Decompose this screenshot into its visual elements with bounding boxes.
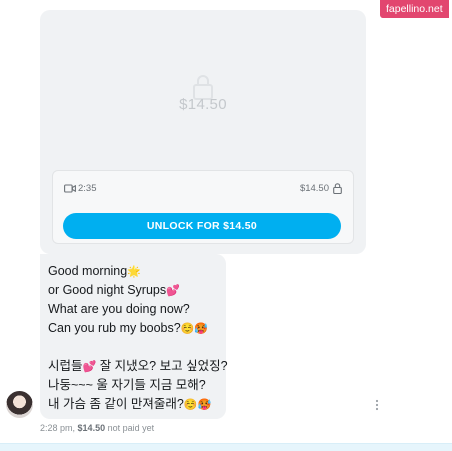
lock-icon [333,183,342,194]
flushed-emoji: 🥵 [194,323,209,335]
unlock-panel: 2:35 $14.50 UNLOCK FOR $14.50 [52,170,354,244]
message-line: or Good night Syrups💕 [48,283,180,297]
payment-status: not paid yet [107,423,155,433]
hearts-emoji: 💕 [166,285,180,297]
blurred-price: $14.50 [179,96,227,113]
message-line: What are you doing now? [48,302,190,316]
unlock-button[interactable]: UNLOCK FOR $14.50 [63,213,341,239]
smile-emoji: ☺️ [183,399,198,411]
smile-emoji: ☺️ [180,323,195,335]
message-bubble-area [226,254,366,419]
message-line: 시럽들💕 잘 지냈오? 보고 싶었징? [48,359,228,373]
avatar[interactable] [6,391,33,418]
more-options-icon[interactable] [375,399,379,411]
locked-media-card[interactable]: $14.50 2:35 $14.50 UNLOCK FOR $14.50 [40,10,366,254]
message-text: Good morning🌟 or Good night Syrups💕 What… [48,262,238,414]
video-icon [64,184,76,193]
message-status: 2:28 pm, $14.50 not paid yet [40,423,154,433]
media-price: $14.50 [299,183,329,194]
message-line: Can you rub my boobs?☺️🥵 [48,321,209,335]
media-meta: 2:35 $14.50 [53,181,353,199]
message-time: 2:28 pm, [40,423,76,433]
message-price: $14.50 [77,423,106,433]
flushed-emoji: 🥵 [197,399,212,411]
sun-emoji: 🌟 [127,266,141,278]
message-line: 내 가슴 좀 같이 만져줄래?☺️🥵 [48,397,212,411]
message-line: 나둥~~~ 울 자기들 지금 모해? [48,378,206,392]
video-duration: 2:35 [78,183,97,194]
message-line: Good morning🌟 [48,264,141,278]
watermark: fapellino.net [380,0,449,18]
hearts-emoji: 💕 [82,361,97,373]
